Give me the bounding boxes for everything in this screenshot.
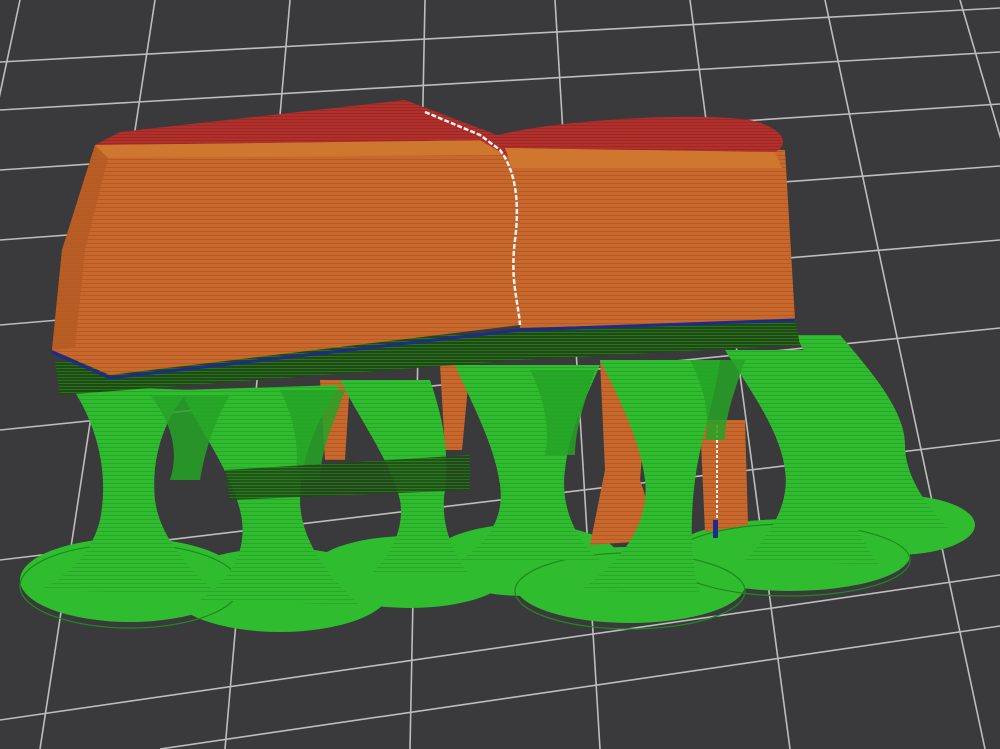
scene-canvas[interactable] (0, 0, 1000, 749)
model-right-front-wall (510, 140, 795, 328)
3d-viewport[interactable] (0, 0, 1000, 749)
